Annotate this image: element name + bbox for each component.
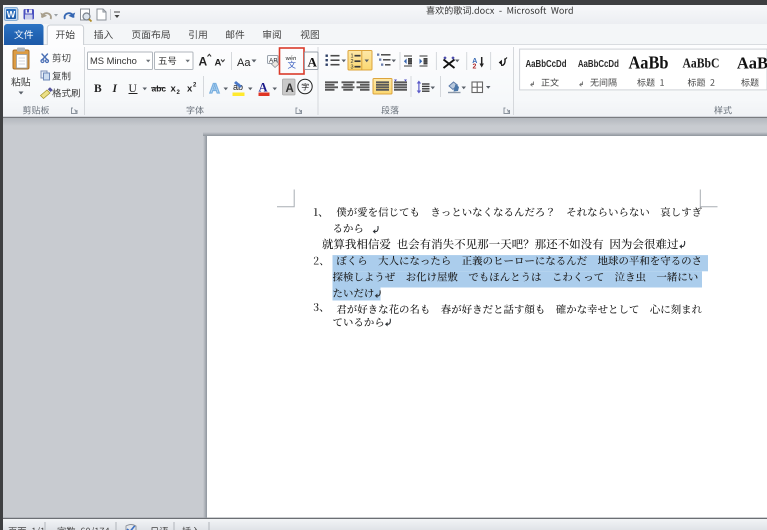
svg-text:A: A bbox=[308, 55, 318, 70]
svg-text:B: B bbox=[94, 83, 102, 95]
svg-text:A: A bbox=[286, 83, 294, 95]
svg-text:W: W bbox=[7, 10, 16, 20]
svg-text:A: A bbox=[199, 55, 208, 69]
svg-text:A: A bbox=[210, 80, 220, 96]
svg-text:A: A bbox=[259, 81, 268, 95]
svg-text:AaBbCcDd: AaBbCcDd bbox=[578, 59, 619, 70]
svg-text:MS Mincho: MS Mincho bbox=[90, 55, 137, 66]
svg-text:A: A bbox=[215, 58, 222, 69]
svg-text:AaBb: AaBb bbox=[629, 53, 669, 73]
svg-text:AaBbC: AaBbC bbox=[683, 57, 720, 72]
svg-text:AaBb: AaBb bbox=[737, 54, 767, 73]
svg-text:abc: abc bbox=[152, 84, 167, 94]
svg-text:I: I bbox=[112, 83, 118, 95]
svg-text:Aa: Aa bbox=[237, 57, 251, 69]
svg-text:3: 3 bbox=[351, 65, 354, 71]
svg-text:AaBbCcDd: AaBbCcDd bbox=[526, 59, 567, 70]
svg-text:2: 2 bbox=[473, 63, 477, 70]
